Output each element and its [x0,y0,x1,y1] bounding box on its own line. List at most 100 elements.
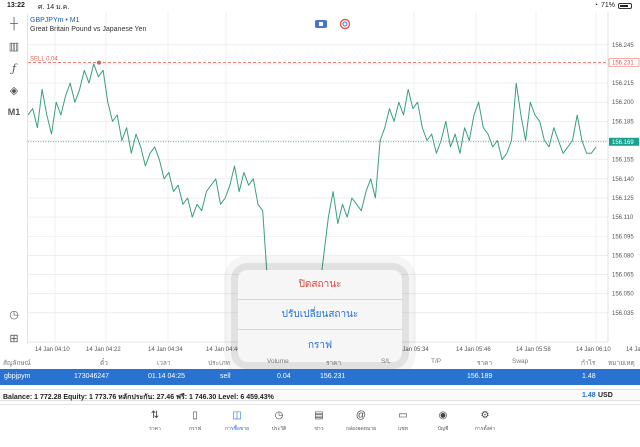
status-right: ◔ 71% [594,2,632,9]
tab-history-label: ประวัติ [271,426,287,432]
row-ticket: 173046247 [74,373,110,380]
tab-history[interactable]: ◷ ประวัติ [262,410,296,433]
price-axis-tick: 156.200 [612,100,634,106]
tab-mailbox[interactable]: @ กล่องจดหมาย [344,410,378,433]
battery-percent: 71% [600,2,615,9]
price-axis-tick: 156.140 [612,177,634,183]
sell-level-label: SELL 0.04 [30,57,58,63]
price-axis-tick: 156.080 [612,253,634,259]
symbol-description: Great Britain Pound vs Japanese Yen [30,26,146,33]
price-axis-tick: 156.050 [612,292,634,298]
position-row[interactable]: gbpjpym 173046247 01.14 04:25 sell 0.04 … [0,369,640,385]
col-ticket: ตั๋ว [100,360,108,367]
tab-chat[interactable]: ▭ แชท [386,410,420,433]
tab-chart[interactable]: ▯ กราฟ [178,410,212,433]
account-summary: Balance: 1 772.28 Equity: 1 773.76 หลักป… [0,389,640,401]
time-axis-tick: 14 Jan 06:22 [626,347,640,353]
tab-quotes[interactable]: ⇅ ราคา [138,410,172,433]
new-order-icon[interactable]: ⊞ [6,330,22,346]
row-time: 01.14 04:25 [148,373,185,380]
settings-icon: ⚙ [480,410,490,421]
time-axis-tick: 14 Jan 04:22 [86,347,121,353]
total-profit: 1.48 [582,392,596,399]
tab-trade[interactable]: ◫ การซื้อขาย [220,410,254,433]
symbol-label: GBPJPYm • M1 [30,17,80,24]
bid-price-tag: 156.169 [609,137,639,146]
trade-table-header: สัญลักษณ์ ตั๋ว เวลา ประเภท Volume ราคา S… [0,356,640,368]
trade-icon: ◫ [232,410,242,421]
price-axis-tick: 156.125 [612,196,634,202]
history-icon: ◷ [274,410,284,421]
one-click-trade-icon[interactable] [315,20,327,28]
row-profit: 1.48 [582,373,596,380]
col-profit: กำไร [581,360,596,367]
tab-quotes-label: ราคา [149,426,161,432]
svg-text:156.169: 156.169 [612,140,634,146]
time-axis-tick: 14 Jan 04:46 [206,347,241,353]
row-open-price: 156.231 [320,373,346,380]
row-current-price: 156.189 [467,373,493,380]
time-axis-tick: 14 Jan 05:58 [516,347,551,353]
price-axis-tick: 156.245 [612,43,634,49]
price-axis-tick: 156.215 [612,81,634,87]
tab-mailbox-label: กล่องจดหมาย [345,426,377,432]
col-sl: S/L [381,358,391,365]
function-icon[interactable]: ƒ [6,60,22,76]
account-icon: ◉ [438,410,448,421]
chat-icon: ▭ [398,410,408,421]
account-currency: USD [598,392,613,399]
col-price-current: ราคา [477,360,493,367]
col-time: เวลา [157,360,171,367]
price-axis-tick: 156.035 [612,311,634,317]
price-axis-tick: 156.110 [612,215,634,221]
indicators-icon[interactable]: ▥ [6,38,22,54]
tab-news[interactable]: ▤ ข่าว [302,410,336,433]
tab-account-label: บัญชี [437,426,449,432]
time-axis-tick: 14 Jan 04:34 [148,347,183,353]
bottom-tab-bar: ⇅ ราคา ▯ กราฟ ◫ การซื้อขาย ◷ ประวัติ ▤ ข… [0,404,640,447]
tab-chart-label: กราฟ [188,426,202,432]
wifi-icon: ◔ [593,2,598,9]
status-time: 13:22 [7,2,25,9]
crosshair-icon[interactable]: ┼ [6,16,22,32]
market-depth-icon[interactable] [339,18,351,30]
price-axis-tick: 156.095 [612,234,634,240]
quotes-icon: ⇅ [150,410,160,421]
col-tp: T/P [431,358,442,365]
col-symbol: สัญลักษณ์ [3,360,31,367]
balance-text: Balance: 1 772.28 Equity: 1 773.76 หลักป… [3,394,274,401]
timeframe-button[interactable]: M1 [6,104,22,120]
price-axis-tick: 156.185 [612,119,634,125]
status-bar: 13:22 ศ. 14 ม.ค. ◔ 71% [0,0,640,12]
chart-toolbar: ┼ ▥ ƒ ◈ M1 ◷ ⊞ [0,14,28,346]
tab-trade-label: การซื้อขาย [224,426,250,432]
row-symbol: gbpjpym [4,373,31,380]
position-action-sheet: ปิดสถานะ ปรับเปลี่ยนสถานะ กราฟ [238,270,402,362]
svg-text:156.231: 156.231 [612,61,634,67]
mailbox-icon: @ [355,410,367,421]
close-position-button[interactable]: ปิดสถานะ [238,270,402,300]
sell-entry-marker [97,60,101,65]
news-icon: ▤ [314,410,324,421]
time-axis-tick: 14 Jan 04:10 [35,347,70,353]
row-type: sell [220,373,231,380]
chart-icon: ▯ [192,410,198,421]
row-volume: 0.04 [277,373,291,380]
col-volume: Volume [267,358,289,365]
modify-position-button[interactable]: ปรับเปลี่ยนสถานะ [238,300,402,330]
tab-account[interactable]: ◉ บัญชี [426,410,460,433]
tab-chat-label: แชท [398,426,408,432]
col-swap: Swap [512,358,529,365]
price-axis-tick: 156.155 [612,158,634,164]
trade-levels-icon[interactable]: ◷ [6,306,22,322]
battery-icon [618,2,632,9]
objects-icon[interactable]: ◈ [6,82,22,98]
tab-news-label: ข่าว [314,426,324,432]
tab-settings[interactable]: ⚙ การตั้งค่า [468,410,502,433]
col-price: ราคา [326,360,342,367]
sell-price-tag: 156.231 [608,58,640,67]
time-axis-tick: 14 Jan 06:10 [576,347,611,353]
price-axis-tick: 156.065 [612,273,634,279]
col-type: ประเภท [208,360,230,367]
col-comment: หมายเหตุ [608,360,635,367]
